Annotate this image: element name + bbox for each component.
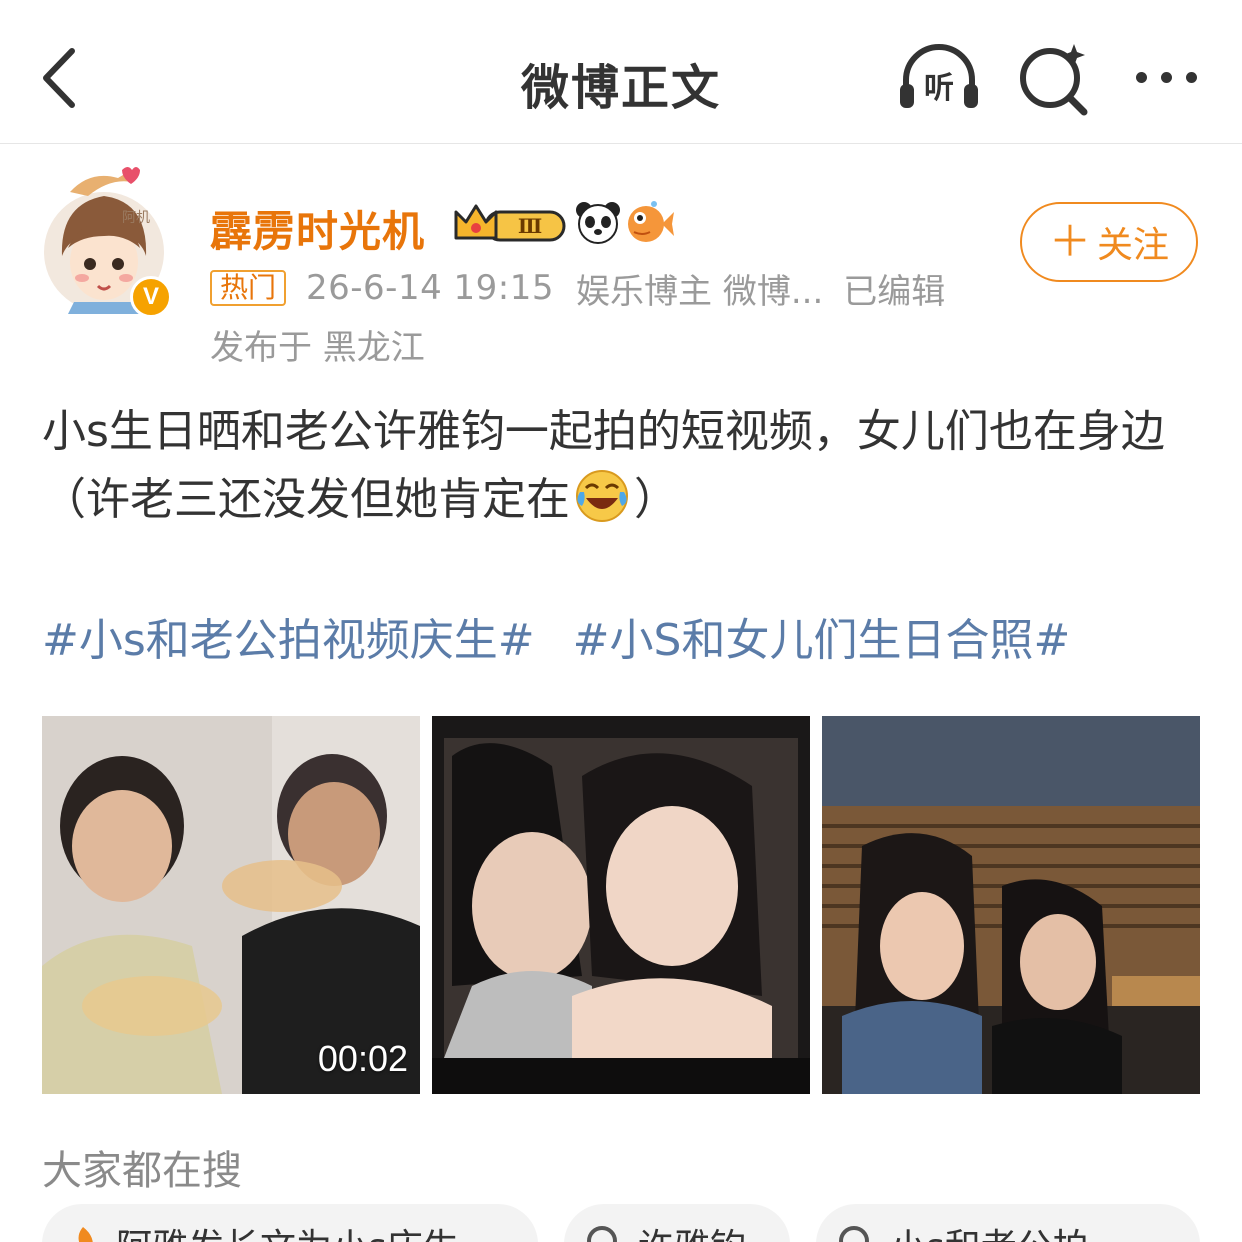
search-icon xyxy=(1020,44,1088,116)
photo-thumbnail[interactable] xyxy=(822,716,1200,1094)
hashtag-link[interactable]: #小s和老公拍视频庆生# xyxy=(42,615,535,666)
author-name[interactable]: 霹雳时光机 xyxy=(210,198,425,259)
video-thumbnail[interactable]: 00:02 xyxy=(42,716,420,1094)
svg-text:阿机: 阿机 xyxy=(122,210,150,226)
search-button[interactable] xyxy=(1016,40,1092,116)
post-meta: 热门 26-6-14 19:15 娱乐博主 微博... 已编辑 xyxy=(210,264,945,313)
hot-search-list: 阿雅发长文为小s庆生 许雅钧 小s和老公拍 xyxy=(42,1204,1242,1242)
hashtag-link[interactable]: #小S和女儿们生日合照# xyxy=(573,615,1071,666)
search-icon xyxy=(587,1226,617,1242)
listen-icon: 听 xyxy=(900,44,978,108)
more-icon xyxy=(1185,71,1197,83)
hot-search-section-title: 大家都在搜 xyxy=(42,1148,242,1194)
video-duration: 00:02 xyxy=(317,1038,408,1079)
laugh-cry-emoji-icon xyxy=(576,470,628,522)
hot-search-chip[interactable]: 小s和老公拍 xyxy=(816,1204,1200,1242)
plus-icon: ＋ xyxy=(1048,217,1091,266)
panda-icon xyxy=(574,198,622,246)
more-icon xyxy=(1160,71,1172,83)
listen-button[interactable]: 听 xyxy=(896,40,982,116)
svg-text:Ⅲ: Ⅲ xyxy=(518,214,542,238)
author-role[interactable]: 娱乐博主 微博... xyxy=(576,264,823,313)
hot-search-label: 阿雅发长文为小s庆生 xyxy=(116,1218,459,1242)
svg-text:听: 听 xyxy=(924,71,954,106)
hot-search-chip[interactable]: 许雅钧 xyxy=(564,1204,790,1242)
search-icon xyxy=(839,1226,869,1242)
top-nav-bar: 微博正文 听 xyxy=(0,0,1242,144)
hot-search-label: 许雅钧 xyxy=(638,1218,746,1242)
edited-label[interactable]: 已编辑 xyxy=(843,264,945,313)
post-location: 发布于 黑龙江 xyxy=(210,328,425,368)
fish-icon xyxy=(624,198,674,246)
crown-icon: Ⅲ xyxy=(454,204,566,242)
hot-search-icon xyxy=(78,1227,93,1242)
hot-search-chip[interactable]: 阿雅发长文为小s庆生 xyxy=(42,1204,538,1242)
hashtag-list: #小s和老公拍视频庆生# #小S和女儿们生日合照# xyxy=(42,604,1212,668)
post-body: 小s生日晒和老公许雅钧一起拍的短视频，女儿们也在身边（许老三还没发但她肯定在 ） xyxy=(42,398,1202,534)
more-icon xyxy=(1135,71,1147,83)
membership-badge[interactable]: Ⅲ xyxy=(452,200,570,248)
follow-button[interactable]: ＋ 关注 xyxy=(1020,202,1198,282)
hot-tag[interactable]: 热门 xyxy=(210,270,287,306)
follow-label: 关注 xyxy=(1097,225,1170,266)
hot-search-label: 小s和老公拍 xyxy=(890,1218,1089,1242)
photo-thumbnail[interactable] xyxy=(432,716,810,1094)
more-options-button[interactable] xyxy=(1128,52,1204,102)
post-time: 26-6-14 19:15 xyxy=(306,268,555,308)
post-text-end: ） xyxy=(634,474,678,525)
verified-badge: V xyxy=(130,276,172,318)
